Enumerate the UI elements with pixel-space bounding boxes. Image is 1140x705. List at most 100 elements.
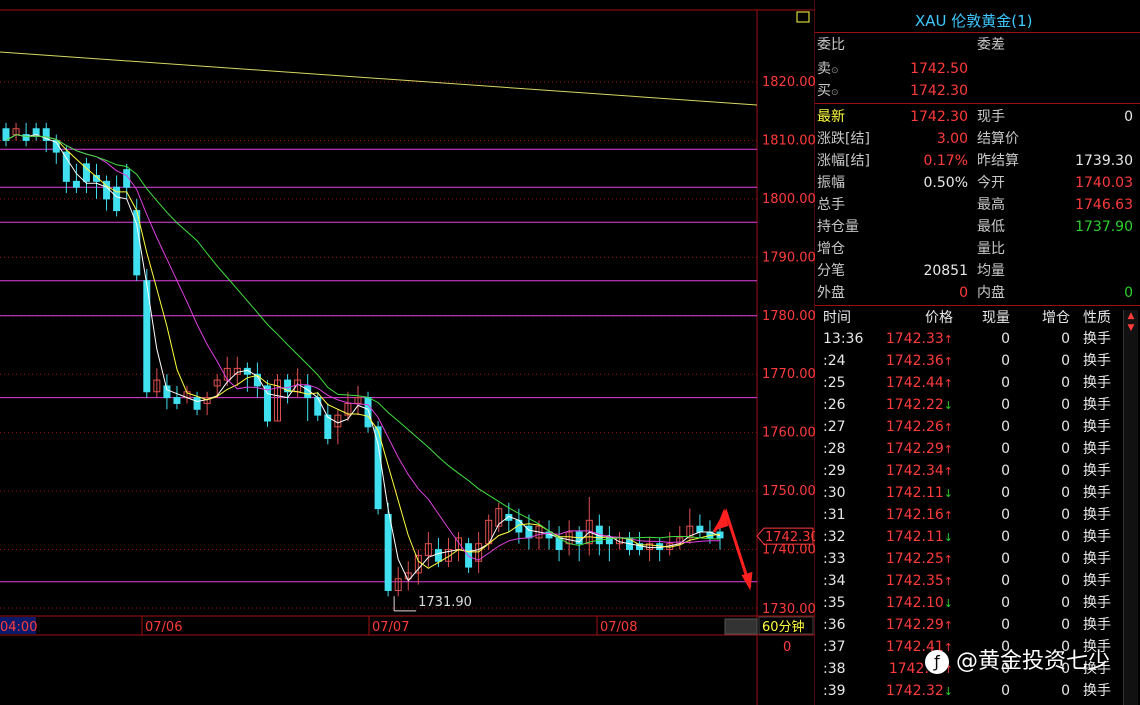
tick-price: 1742.22↓ [885, 397, 953, 413]
tick-time: 13:36 [823, 331, 864, 347]
zhangfu-value: 0.17% [923, 153, 968, 169]
tick-price: 1742.44↑ [885, 375, 953, 391]
zuidi-value: 1737.90 [1075, 219, 1133, 235]
fenbi-label: 分笔 [817, 263, 845, 279]
y-tick-label: 1770.00 [762, 367, 815, 382]
tick-oi: 0 [1061, 683, 1070, 699]
scroll-down-icon[interactable]: ▼ [1124, 322, 1138, 334]
tick-vol: 0 [1001, 683, 1010, 699]
candle-body [32, 128, 40, 136]
sell-label: 卖⊙ [817, 61, 839, 77]
tick-time: :25 [823, 375, 846, 391]
candle-body [384, 513, 392, 591]
tick-time: :32 [823, 529, 846, 545]
candle-body [364, 397, 372, 428]
candle-body [62, 151, 70, 182]
tick-price: 1742.35↑ [885, 573, 953, 589]
zuidi-label: 最低 [977, 219, 1005, 235]
tick-time: :31 [823, 507, 846, 523]
candle-body [163, 385, 171, 399]
candle-body [22, 134, 30, 141]
tick-vol: 0 [1001, 595, 1010, 611]
tick-type: 换手 [1083, 441, 1111, 457]
tick-price: 1742.25↑ [885, 551, 953, 567]
tick-oi: 0 [1061, 507, 1070, 523]
candle-body [434, 549, 442, 562]
chicang-label: 持仓量 [817, 219, 859, 235]
period-label[interactable]: 60分钟 [762, 619, 805, 635]
scroll-up-icon[interactable]: ▲ [1124, 310, 1138, 322]
tick-price: 1742.32↓ [885, 683, 953, 699]
tick-price: 1742.16↑ [885, 507, 953, 523]
tick-oi: 0 [1061, 397, 1070, 413]
tick-time: :30 [823, 485, 846, 501]
tick-oi: 0 [1061, 551, 1070, 567]
tick-type: 换手 [1083, 353, 1111, 369]
y-tick-label: 1780.00 [762, 309, 815, 324]
weicha-label: 委差 [977, 37, 1005, 53]
tick-oi: 0 [1061, 463, 1070, 479]
tick-time: :34 [823, 573, 846, 589]
jinkai-label: 今开 [977, 175, 1005, 191]
tick-header-type: 性质 [1083, 310, 1111, 326]
tick-oi: 0 [1061, 617, 1070, 633]
tick-vol: 0 [1001, 551, 1010, 567]
x-tick-label: 04:00 [0, 620, 37, 635]
zhenfu-label: 振幅 [817, 175, 845, 191]
zhenfu-value: 0.50% [923, 175, 968, 191]
buy-label: 买⊙ [817, 83, 839, 99]
sell-price: 1742.50 [910, 61, 968, 77]
tick-vol: 0 [1001, 353, 1010, 369]
sub-value: 0 [783, 640, 791, 655]
waipan-value: 0 [959, 285, 968, 301]
tick-price: 1742.29↑ [885, 441, 953, 457]
tick-price: 1742.11↓ [885, 529, 953, 545]
tick-time: :26 [823, 397, 846, 413]
tick-time: :35 [823, 595, 846, 611]
zuojiesuan-label: 昨结算 [977, 153, 1019, 169]
tick-vol: 0 [1001, 419, 1010, 435]
tick-type: 换手 [1083, 551, 1111, 567]
neipan-value: 0 [1124, 285, 1133, 301]
tick-vol: 0 [1001, 331, 1010, 347]
y-tick-label: 1800.00 [762, 192, 815, 207]
tick-price: 1742.11↓ [885, 485, 953, 501]
latest-value: 1742.30 [910, 109, 968, 125]
zuigao-label: 最高 [977, 197, 1005, 213]
candlestick-chart[interactable]: 1820.00 1810.00 1800.00 1790.00 1780.00 1770.… [0, 0, 815, 705]
tick-time: :36 [823, 617, 846, 633]
tick-vol: 0 [1001, 485, 1010, 501]
candle-body [696, 525, 704, 533]
tick-time: :33 [823, 551, 846, 567]
tick-oi: 0 [1061, 375, 1070, 391]
neipan-label: 内盘 [977, 285, 1005, 301]
candle-body [263, 385, 271, 422]
x-tick-label: 07/08 [600, 620, 637, 635]
tick-oi: 0 [1061, 331, 1070, 347]
tick-vol: 0 [1001, 441, 1010, 457]
tick-header-price: 价格 [925, 310, 953, 326]
tick-oi: 0 [1061, 441, 1070, 457]
tick-scrollbar[interactable]: ▲ ▼ [1123, 310, 1138, 705]
tick-time: :39 [823, 683, 846, 699]
tick-oi: 0 [1061, 529, 1070, 545]
tick-type: 换手 [1083, 617, 1111, 633]
fenbi-value: 20851 [923, 263, 968, 279]
tick-type: 换手 [1083, 419, 1111, 435]
jiesuan-label: 结算价 [977, 131, 1019, 147]
tick-type: 换手 [1083, 529, 1111, 545]
tick-price: 1742.33↑ [885, 331, 953, 347]
tick-oi: 0 [1061, 485, 1070, 501]
sell-circle-icon: ⊙ [831, 66, 839, 76]
tick-time: :24 [823, 353, 846, 369]
waipan-label: 外盘 [817, 285, 845, 301]
tick-oi: 0 [1061, 595, 1070, 611]
tick-type: 换手 [1083, 375, 1111, 391]
quote-panel: XAU 伦敦黄金(1) 委比 委差 卖⊙ 1742.50 买⊙ 1742.30 … [815, 0, 1140, 705]
tick-vol: 0 [1001, 507, 1010, 523]
y-tick-label: 1790.00 [762, 250, 815, 265]
tick-header-time: 时间 [823, 310, 851, 326]
zhangdie-value: 3.00 [936, 131, 968, 147]
y-tick-label: 1730.00 [762, 602, 815, 617]
tick-header-oi: 增仓 [1042, 310, 1070, 326]
